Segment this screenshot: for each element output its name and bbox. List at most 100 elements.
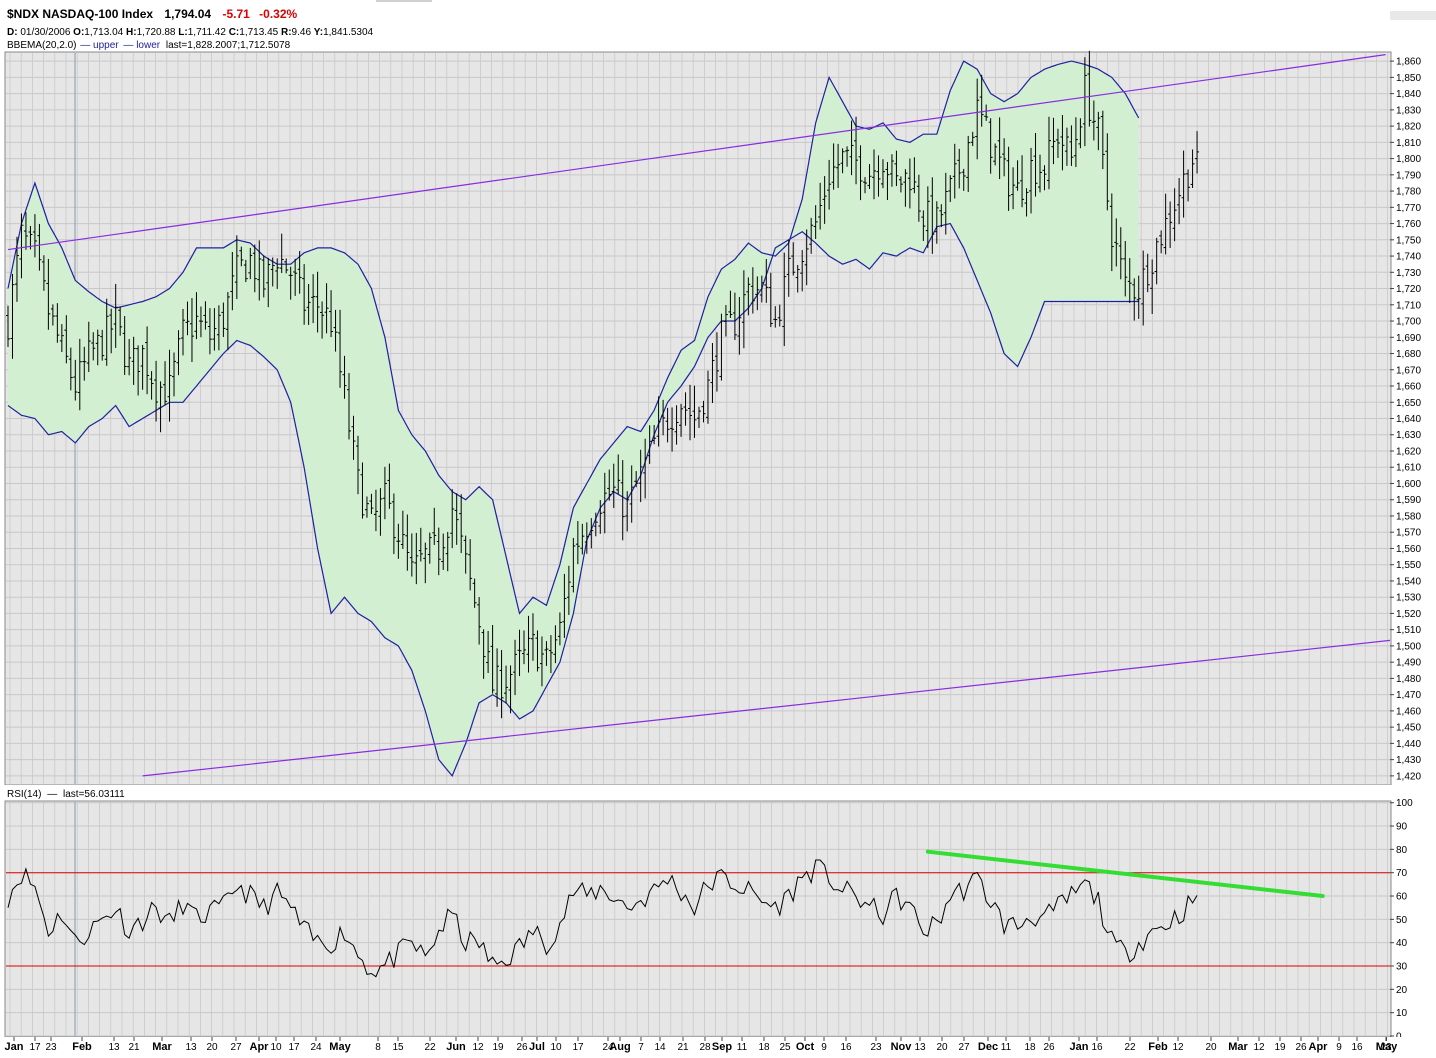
x-tick-label: Oct xyxy=(796,1041,815,1053)
chart-canvas: $NDX NASDAQ-100 Index 1,794.04 -5.71 -0.… xyxy=(0,0,1436,1053)
price-tick-label: 1,790 xyxy=(1396,170,1421,181)
x-tick-label: May xyxy=(329,1041,351,1053)
x-tick-label: 9 xyxy=(1336,1042,1342,1053)
price-tick-label: 1,580 xyxy=(1396,511,1421,522)
x-tick-label: Nov xyxy=(891,1041,913,1053)
rsi-tick-label: 30 xyxy=(1396,962,1408,973)
price-tick-label: 1,470 xyxy=(1396,690,1421,701)
price-tick-label: 1,570 xyxy=(1396,528,1421,539)
x-tick-label: Dec xyxy=(978,1041,998,1053)
rsi-tick-label: 40 xyxy=(1396,938,1408,949)
price-tick-label: 1,620 xyxy=(1396,446,1421,457)
x-tick-label: 22 xyxy=(1124,1042,1136,1053)
x-tick-label: 13 xyxy=(914,1042,926,1053)
x-tick-label: Jun xyxy=(446,1041,466,1053)
stock-chart: $NDX NASDAQ-100 Index 1,794.04 -5.71 -0.… xyxy=(0,0,1436,1053)
x-tick-label: 26 xyxy=(516,1042,528,1053)
price-tick-label: 1,840 xyxy=(1396,89,1421,100)
price-tick-label: 1,530 xyxy=(1396,593,1421,604)
price-tick-label: 1,650 xyxy=(1396,398,1421,409)
price-tick-label: 1,510 xyxy=(1396,625,1421,636)
overlay-upper-label: upper xyxy=(93,40,119,51)
x-tick-label: 10 xyxy=(550,1042,562,1053)
price-tick-label: 1,430 xyxy=(1396,755,1421,766)
bar-info-key-4: C: xyxy=(229,27,240,38)
overlay-name: BBEMA(20,2.0) xyxy=(7,40,76,51)
x-tick-label: 27 xyxy=(230,1042,242,1053)
x-tick-label: 17 xyxy=(288,1042,300,1053)
price-tick-label: 1,740 xyxy=(1396,252,1421,263)
symbol-title: $NDX NASDAQ-100 Index xyxy=(7,7,153,21)
price-tick-label: 1,660 xyxy=(1396,382,1421,393)
x-tick-label: Aug xyxy=(609,1041,630,1053)
price-tick-label: 1,420 xyxy=(1396,771,1421,782)
bar-info-value-4: 1,713.45 xyxy=(239,27,281,38)
price-tick-label: 1,820 xyxy=(1396,122,1421,133)
price-tick-label: 1,560 xyxy=(1396,544,1421,555)
x-tick-label: 17 xyxy=(29,1042,41,1053)
price-tick-label: 1,690 xyxy=(1396,333,1421,344)
price-tick-label: 1,630 xyxy=(1396,430,1421,441)
price-tick-label: 1,680 xyxy=(1396,349,1421,360)
x-tick-label: 16 xyxy=(1351,1042,1363,1053)
price-tick-label: 1,730 xyxy=(1396,268,1421,279)
price-tick-label: 1,550 xyxy=(1396,560,1421,571)
bar-info-key-0: D: xyxy=(7,27,18,38)
bar-info-key-6: Y: xyxy=(314,27,323,38)
price-tick-label: 1,850 xyxy=(1396,73,1421,84)
x-tick-label: 20 xyxy=(1205,1042,1217,1053)
header-control[interactable] xyxy=(1390,11,1436,20)
price-tick-label: 1,720 xyxy=(1396,284,1421,295)
bar-info-key-2: H: xyxy=(126,27,137,38)
rsi-last: last=56.03111 xyxy=(63,789,125,800)
price-tick-label: 1,460 xyxy=(1396,706,1421,717)
x-tick-label: 16 xyxy=(1091,1042,1103,1053)
price-tick-label: 1,520 xyxy=(1396,609,1421,620)
rsi-tick-label: 60 xyxy=(1396,892,1408,903)
price-tick-label: 1,640 xyxy=(1396,414,1421,425)
x-tick-label: Apr xyxy=(1309,1041,1329,1053)
x-tick-label: 25 xyxy=(779,1042,791,1053)
rsi-y-axis: 0102030405060708090100 xyxy=(1390,798,1413,1043)
chart-header: $NDX NASDAQ-100 Index 1,794.04 -5.71 -0.… xyxy=(0,0,1436,52)
bar-info-value-1: 1,713.04 xyxy=(84,27,126,38)
price-tick-label: 1,450 xyxy=(1396,723,1421,734)
bar-info: D: 01/30/2006 O:1,713.04 H:1,720.88 L:1,… xyxy=(7,27,374,38)
x-tick-label: 8 xyxy=(375,1042,381,1053)
x-tick-label: 17 xyxy=(572,1042,584,1053)
x-tick-label: 11 xyxy=(1001,1042,1012,1053)
price-tick-label: 1,500 xyxy=(1396,641,1421,652)
x-tick-label: Jan xyxy=(1070,1041,1089,1053)
x-tick-label: 12 xyxy=(1253,1042,1265,1053)
x-tick-label: 12 xyxy=(472,1042,484,1053)
x-tick-label: 23 xyxy=(870,1042,882,1053)
x-tick-label: 19 xyxy=(492,1042,504,1053)
scroll-tab[interactable] xyxy=(376,0,432,2)
x-tick-label: 21 xyxy=(128,1042,140,1053)
price-tick-label: 1,750 xyxy=(1396,235,1421,246)
x-tick-label: 26 xyxy=(1043,1042,1055,1053)
price-tick-label: 1,540 xyxy=(1396,576,1421,587)
x-tick-label: Mar xyxy=(1228,1041,1248,1053)
x-tick-label: Sep xyxy=(712,1041,732,1053)
rsi-legend: RSI(14) — last=56.03111 xyxy=(7,789,125,800)
x-tick-label: Feb xyxy=(1148,1041,1168,1053)
x-tick-label: 12 xyxy=(1172,1042,1184,1053)
rsi-panel: RSI(14) — last=56.03111 0102030405060708… xyxy=(0,785,1436,1043)
rsi-tick-label: 70 xyxy=(1396,868,1408,879)
price-tick-label: 1,770 xyxy=(1396,203,1421,214)
bar-info-value-2: 1,720.88 xyxy=(137,27,179,38)
x-tick-label: Mar xyxy=(152,1041,172,1053)
price-tick-label: 1,440 xyxy=(1396,739,1421,750)
bar-info-value-5: 9.46 xyxy=(292,27,314,38)
x-tick-label: 26 xyxy=(1295,1042,1307,1053)
price-tick-label: 1,710 xyxy=(1396,300,1421,311)
x-tick-label: 20 xyxy=(206,1042,218,1053)
rsi-name: RSI(14) xyxy=(7,789,41,800)
price-tick-label: 1,700 xyxy=(1396,317,1421,328)
x-tick-label: 13 xyxy=(185,1042,197,1053)
bar-info-value-3: 1,711.42 xyxy=(188,27,229,38)
price-tick-label: 1,490 xyxy=(1396,658,1421,669)
x-tick-label: 18 xyxy=(1024,1042,1036,1053)
x-tick-label: Jul xyxy=(529,1041,545,1053)
